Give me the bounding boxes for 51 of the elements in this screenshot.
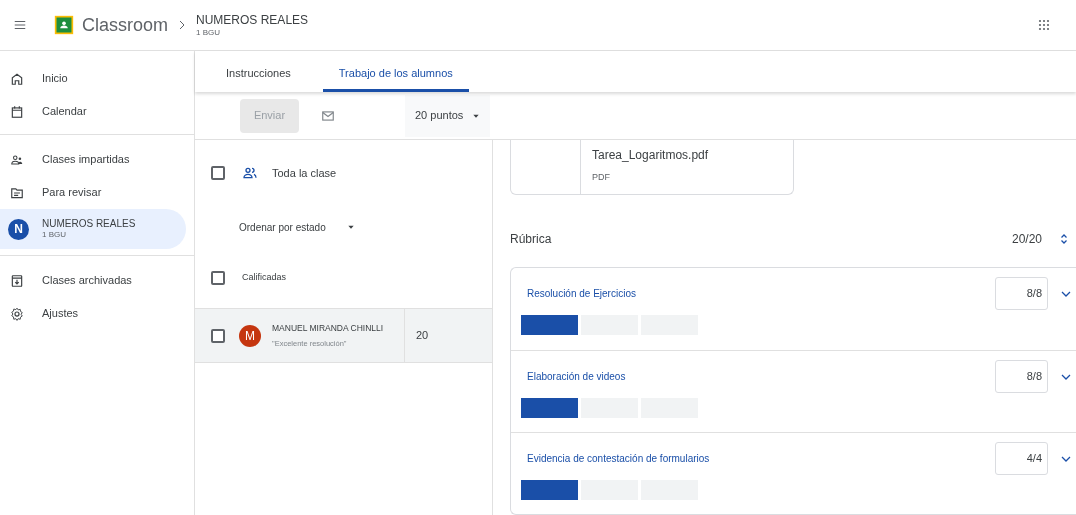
attachment-name: Tarea_Logaritmos.pdf (592, 147, 709, 164)
sidebar-item[interactable]: Calendar (0, 95, 186, 128)
tab[interactable]: Trabajo de los alumnos (322, 51, 469, 92)
score-field[interactable]: 8/8 (995, 277, 1048, 310)
tab[interactable]: Instrucciones (210, 51, 307, 92)
score-field[interactable]: 8/8 (995, 360, 1048, 393)
sidebar-item[interactable]: N NUMEROS REALES 1 BGU (0, 209, 186, 249)
student-name: MANUEL MIRANDA CHINLLI (272, 323, 384, 334)
group-label: Calificadas (242, 271, 287, 285)
app-name[interactable]: Classroom (82, 11, 169, 39)
sidebar-item[interactable]: Para revisar (0, 176, 186, 209)
criterion-name[interactable]: Elaboración de videos (521, 369, 626, 384)
settings-icon (10, 306, 24, 321)
all-students-label[interactable]: Toda la clase (272, 164, 337, 182)
sidebar-item-label: NUMEROS REALES (42, 217, 136, 231)
home-icon (10, 71, 24, 86)
menu-icon (13, 18, 27, 32)
attachment-type: PDF (592, 171, 611, 184)
checkbox[interactable] (211, 328, 225, 343)
sidebar-item-sublabel: 1 BGU (42, 230, 67, 241)
dropdown-arrow-icon (346, 223, 355, 231)
grade: 20 (416, 328, 429, 344)
course-subtitle: 1 BGU (196, 27, 222, 38)
avatar: M (239, 324, 261, 347)
classroom-logo-icon (54, 15, 74, 35)
checkbox[interactable] (211, 166, 225, 180)
sidebar-item[interactable]: Clases archivadas (0, 264, 186, 297)
criterion-name[interactable]: Resolución de Ejercicios (521, 286, 636, 301)
rubric-level[interactable] (521, 398, 578, 418)
sort-dropdown[interactable]: Ordenar por estado (239, 219, 355, 235)
archive-icon (10, 273, 24, 288)
score-field[interactable]: 4/4 (995, 442, 1048, 475)
avatar: N (8, 218, 29, 240)
rubric-level[interactable] (521, 315, 578, 335)
sidebar-item[interactable]: Ajustes (0, 297, 186, 330)
course-title[interactable]: NUMEROS REALES (196, 12, 309, 28)
apps-grid-icon (1038, 19, 1050, 31)
attachment-card[interactable]: Tarea_Logaritmos.pdf PDF (510, 140, 794, 196)
mail-icon (321, 108, 335, 123)
rubric-title: Rúbrica (510, 231, 552, 249)
rubric-level[interactable] (521, 480, 578, 500)
rubric-total: 20/20 (1011, 231, 1042, 249)
points-dropdown[interactable]: 20 puntos (405, 94, 490, 137)
sidebar-item[interactable]: Clases impartidas (0, 143, 186, 176)
sidebar-item[interactable]: Inicio (0, 62, 186, 95)
people-icon (242, 165, 258, 181)
criterion-name[interactable]: Evidencia de contestación de formularios (521, 451, 710, 466)
calendar-icon (10, 104, 24, 119)
folder-list-icon (10, 185, 24, 200)
checkbox[interactable] (211, 271, 225, 285)
people-icon (10, 152, 24, 167)
